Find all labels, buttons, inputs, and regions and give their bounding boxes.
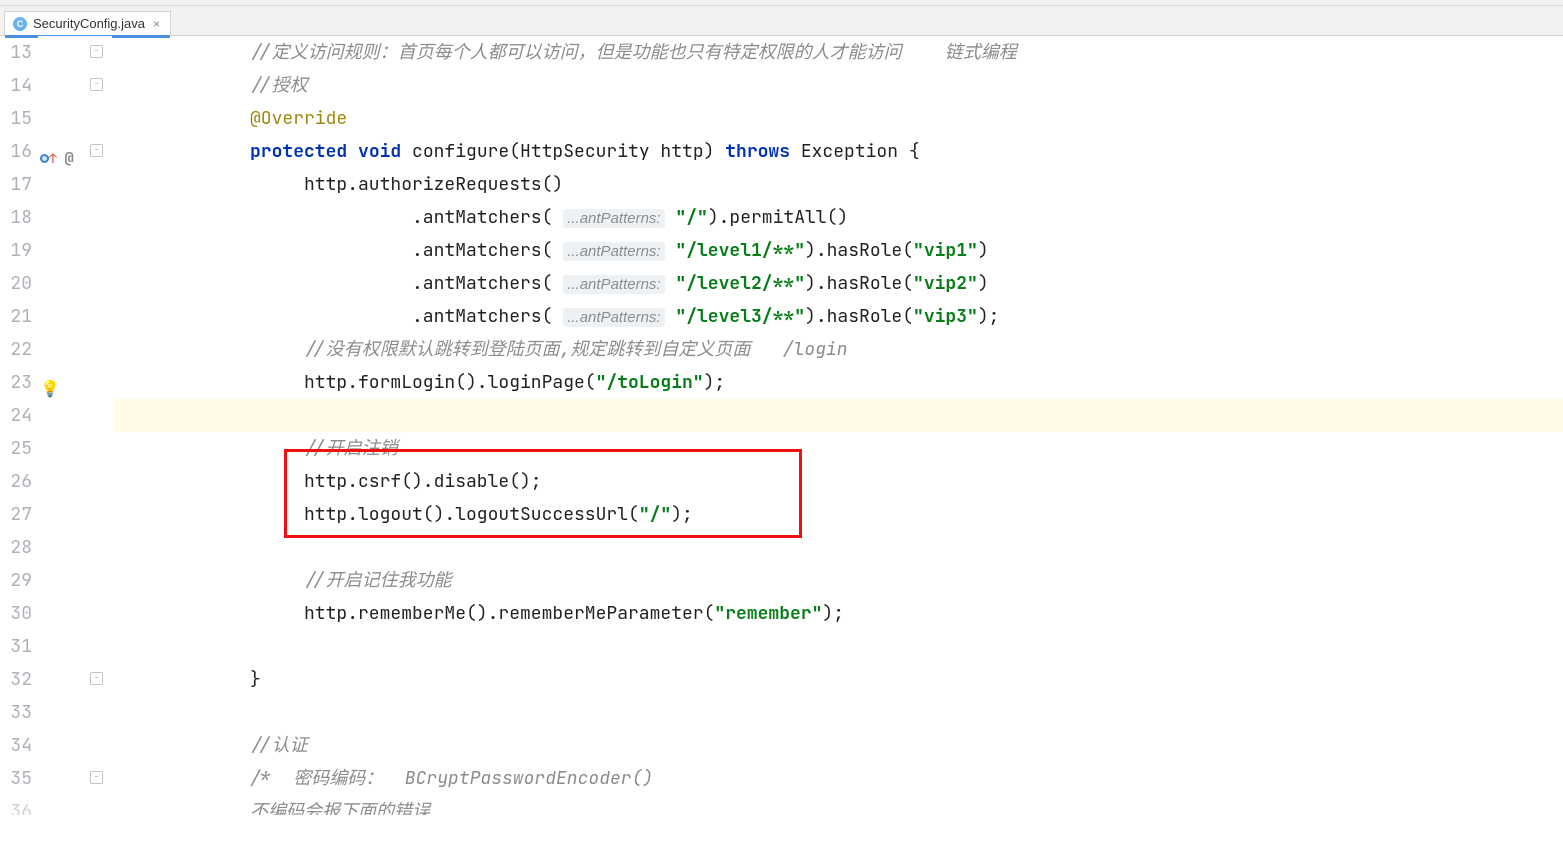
fold-handle-icon[interactable]: − bbox=[90, 45, 103, 58]
code-line[interactable] bbox=[114, 696, 1563, 729]
fold-handle-icon[interactable]: − bbox=[90, 771, 103, 784]
line-number: 18 bbox=[0, 201, 32, 234]
line-number: 29 bbox=[0, 564, 32, 597]
code-line[interactable]: /* 密码编码： BCryptPasswordEncoder() bbox=[114, 762, 1563, 795]
code-line[interactable]: .antMatchers( ...antPatterns: "/level2/*… bbox=[114, 267, 1563, 300]
code-line[interactable]: .antMatchers( ...antPatterns: "/").permi… bbox=[114, 201, 1563, 234]
code-line[interactable]: http.logout().logoutSuccessUrl("/"); bbox=[114, 498, 1563, 531]
line-number: 26 bbox=[0, 465, 32, 498]
line-number: 24 bbox=[0, 399, 32, 432]
code-line[interactable]: //认证 bbox=[114, 729, 1563, 762]
code-line[interactable]: //开启记住我功能 bbox=[114, 564, 1563, 597]
line-number: 32 bbox=[0, 663, 32, 696]
code-line[interactable]: http.rememberMe().rememberMeParameter("r… bbox=[114, 597, 1563, 630]
line-number: 27 bbox=[0, 498, 32, 531]
tab-filename: SecurityConfig.java bbox=[33, 16, 145, 31]
code-line[interactable]: .antMatchers( ...antPatterns: "/level1/*… bbox=[114, 234, 1563, 267]
code-line[interactable] bbox=[114, 531, 1563, 564]
line-number: 15 bbox=[0, 102, 32, 135]
override-gutter-icon[interactable]: ↑ @ bbox=[40, 142, 74, 175]
code-area[interactable]: //定义访问规则：首页每个人都可以访问，但是功能也只有特定权限的人才能访问 链式… bbox=[112, 36, 1563, 865]
fold-gutter: − − − − − bbox=[86, 36, 112, 865]
code-line[interactable]: .antMatchers( ...antPatterns: "/level3/*… bbox=[114, 300, 1563, 333]
line-number: 20 bbox=[0, 267, 32, 300]
code-line[interactable]: @Override bbox=[114, 102, 1563, 135]
line-number: 13 bbox=[0, 36, 32, 69]
line-number: 21 bbox=[0, 300, 32, 333]
code-line[interactable]: http.formLogin().loginPage("/toLogin"); bbox=[114, 366, 1563, 399]
marker-gutter: ↑ @ 💡 bbox=[38, 36, 86, 865]
line-number: 25 bbox=[0, 432, 32, 465]
code-line[interactable]: //开启注销 bbox=[114, 432, 1563, 465]
code-line[interactable]: } bbox=[114, 663, 1563, 696]
code-line[interactable] bbox=[114, 399, 1563, 432]
intention-bulb-icon[interactable]: 💡 bbox=[40, 372, 60, 405]
line-number: 22 bbox=[0, 333, 32, 366]
parameter-hint: ...antPatterns: bbox=[563, 308, 664, 327]
parameter-hint: ...antPatterns: bbox=[563, 209, 664, 228]
line-number: 28 bbox=[0, 531, 32, 564]
line-number: 36 bbox=[0, 795, 32, 815]
code-editor[interactable]: 1314151617181920212223242526272829303132… bbox=[0, 36, 1563, 865]
line-number: 31 bbox=[0, 630, 32, 663]
close-icon[interactable]: × bbox=[153, 17, 160, 31]
fold-handle-icon[interactable]: − bbox=[90, 144, 103, 157]
code-line[interactable] bbox=[114, 630, 1563, 663]
line-number: 23 bbox=[0, 366, 32, 399]
line-number: 30 bbox=[0, 597, 32, 630]
code-line[interactable]: http.csrf().disable(); bbox=[114, 465, 1563, 498]
editor-tab-securityconfig[interactable]: C SecurityConfig.java × bbox=[4, 11, 171, 35]
code-line[interactable]: 不编码会报下面的错误 bbox=[114, 795, 1563, 815]
line-number: 17 bbox=[0, 168, 32, 201]
parameter-hint: ...antPatterns: bbox=[563, 275, 664, 294]
code-line[interactable]: protected void configure(HttpSecurity ht… bbox=[114, 135, 1563, 168]
line-number: 33 bbox=[0, 696, 32, 729]
tab-bar: C SecurityConfig.java × bbox=[0, 6, 1563, 36]
code-line[interactable]: //没有权限默认跳转到登陆页面,规定跳转到自定义页面 /login bbox=[114, 333, 1563, 366]
parameter-hint: ...antPatterns: bbox=[563, 242, 664, 261]
code-line[interactable]: //定义访问规则：首页每个人都可以访问，但是功能也只有特定权限的人才能访问 链式… bbox=[114, 36, 1563, 69]
line-number-gutter: 1314151617181920212223242526272829303132… bbox=[0, 36, 38, 865]
code-line[interactable]: //授权 bbox=[114, 69, 1563, 102]
code-line[interactable]: http.authorizeRequests() bbox=[114, 168, 1563, 201]
java-class-icon: C bbox=[13, 17, 27, 31]
line-number: 34 bbox=[0, 729, 32, 762]
fold-handle-icon[interactable]: − bbox=[90, 78, 103, 91]
fold-handle-icon[interactable]: − bbox=[90, 672, 103, 685]
line-number: 19 bbox=[0, 234, 32, 267]
line-number: 16 bbox=[0, 135, 32, 168]
line-number: 35 bbox=[0, 762, 32, 795]
line-number: 14 bbox=[0, 69, 32, 102]
